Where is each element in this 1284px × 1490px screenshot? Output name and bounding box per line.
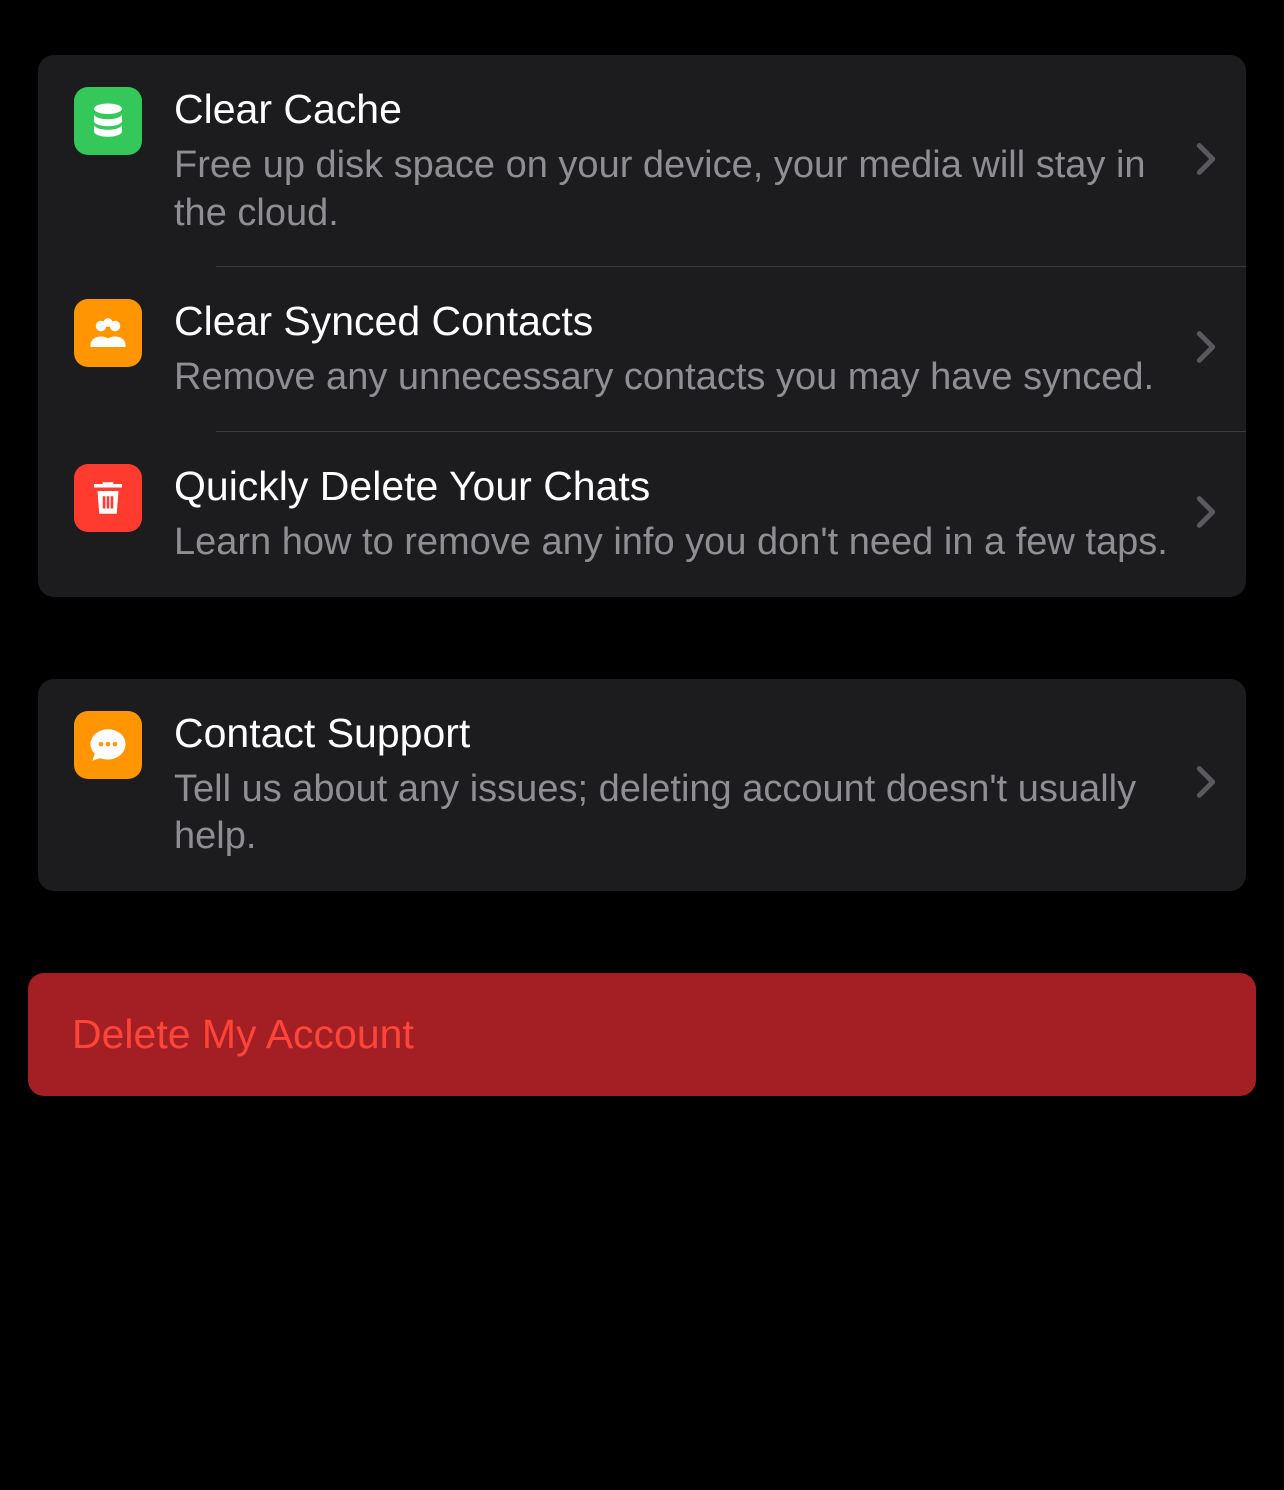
chevron-right-icon xyxy=(1196,495,1216,534)
delete-chats-item[interactable]: Quickly Delete Your Chats Learn how to r… xyxy=(38,432,1246,597)
item-subtitle: Learn how to remove any info you don't n… xyxy=(174,519,1176,567)
item-subtitle: Remove any unnecessary contacts you may … xyxy=(174,354,1176,402)
item-subtitle: Tell us about any issues; deleting accou… xyxy=(174,766,1176,861)
item-title: Clear Cache xyxy=(174,85,1176,134)
item-title: Clear Synced Contacts xyxy=(174,297,1176,346)
support-section: Contact Support Tell us about any issues… xyxy=(38,679,1246,891)
item-text: Clear Synced Contacts Remove any unneces… xyxy=(174,297,1196,402)
storage-section: Clear Cache Free up disk space on your d… xyxy=(38,55,1246,597)
database-icon xyxy=(74,87,142,155)
item-text: Clear Cache Free up disk space on your d… xyxy=(174,85,1196,237)
chevron-right-icon xyxy=(1196,765,1216,804)
clear-cache-item[interactable]: Clear Cache Free up disk space on your d… xyxy=(38,55,1246,267)
chat-icon xyxy=(74,711,142,779)
delete-account-section: Delete My Account xyxy=(28,973,1256,1096)
item-subtitle: Free up disk space on your device, your … xyxy=(174,142,1176,237)
item-text: Quickly Delete Your Chats Learn how to r… xyxy=(174,462,1196,567)
trash-icon xyxy=(74,464,142,532)
chevron-right-icon xyxy=(1196,330,1216,369)
contact-support-item[interactable]: Contact Support Tell us about any issues… xyxy=(38,679,1246,891)
item-text: Contact Support Tell us about any issues… xyxy=(174,709,1196,861)
item-title: Quickly Delete Your Chats xyxy=(174,462,1176,511)
chevron-right-icon xyxy=(1196,142,1216,181)
delete-account-button[interactable]: Delete My Account xyxy=(28,973,1256,1096)
item-title: Contact Support xyxy=(174,709,1176,758)
clear-contacts-item[interactable]: Clear Synced Contacts Remove any unneces… xyxy=(38,267,1246,432)
delete-account-label: Delete My Account xyxy=(72,1011,1212,1058)
people-icon xyxy=(74,299,142,367)
